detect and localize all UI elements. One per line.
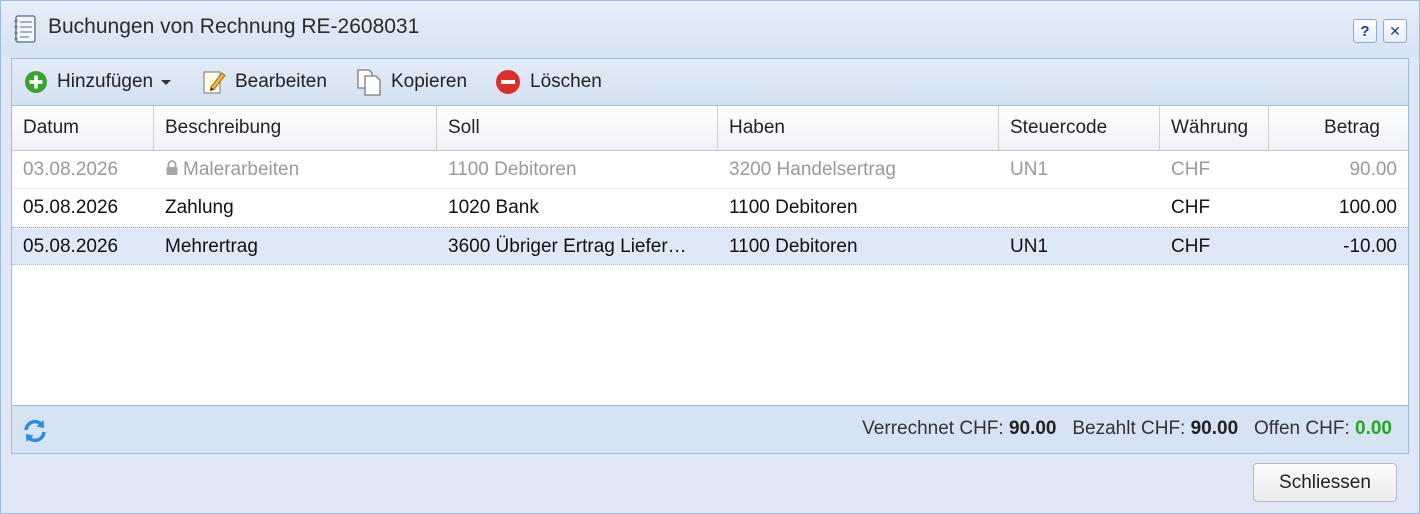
close-icon: ✕ — [1389, 22, 1401, 39]
help-icon: ? — [1360, 22, 1370, 40]
column-header-beschreibung[interactable]: Beschreibung — [154, 106, 437, 150]
cell-datum: 03.08.2026 — [23, 159, 119, 180]
delete-icon — [496, 70, 520, 94]
edit-button[interactable]: Bearbeiten — [202, 68, 327, 96]
cell-steuercode — [999, 189, 1160, 226]
verrechnet-value: 90.00 — [1008, 418, 1057, 439]
grid-header: Datum Beschreibung Soll Haben Steuercode… — [12, 106, 1408, 151]
dialog-titlebar[interactable]: Buchungen von Rechnung RE-2608031 ? ✕ — [1, 1, 1419, 57]
cell-betrag: -10.00 — [1343, 236, 1397, 257]
delete-button[interactable]: Löschen — [495, 68, 602, 96]
cell-haben: 1100 Debitoren — [729, 197, 858, 218]
close-button[interactable]: Schliessen — [1253, 463, 1397, 502]
cell-soll: 3600 Übriger Ertrag Liefer… — [448, 236, 687, 257]
totals-summary: Verrechnet CHF: 90.00 Bezahlt CHF: 90.00… — [862, 418, 1392, 440]
bezahlt-value: 90.00 — [1190, 418, 1239, 439]
cell-steuercode: UN1 — [1010, 159, 1049, 180]
refresh-button[interactable] — [22, 418, 48, 444]
copy-icon — [357, 69, 381, 96]
summary-bar: Verrechnet CHF: 90.00 Bezahlt CHF: 90.00… — [12, 405, 1408, 453]
column-header-betrag[interactable]: Betrag — [1269, 106, 1408, 150]
close-window-button[interactable]: ✕ — [1383, 19, 1407, 43]
cell-beschreibung-text: Malerarbeiten — [183, 159, 300, 180]
table-row[interactable]: 05.08.2026 Zahlung 1020 Bank 1100 Debito… — [12, 189, 1408, 227]
cell-beschreibung: Mehrertrag — [165, 236, 258, 257]
cell-betrag: 100.00 — [1338, 197, 1397, 218]
lock-icon — [166, 160, 178, 175]
notebook-icon — [13, 15, 37, 43]
add-icon — [25, 71, 47, 93]
copy-label: Kopieren — [391, 71, 468, 92]
column-header-haben[interactable]: Haben — [718, 106, 999, 150]
delete-label: Löschen — [530, 71, 602, 92]
copy-button[interactable]: Kopieren — [356, 68, 467, 96]
cell-waehrung: CHF — [1171, 236, 1211, 257]
column-header-steuercode[interactable]: Steuercode — [999, 106, 1160, 150]
cell-betrag: 90.00 — [1349, 159, 1397, 180]
add-button[interactable]: Hinzufügen — [24, 68, 173, 96]
bookings-toolbar: Hinzufügen Bearbeiten Kopieren Löschen — [12, 59, 1408, 106]
cell-steuercode: UN1 — [1010, 236, 1049, 257]
cell-waehrung: CHF — [1171, 197, 1211, 218]
table-row[interactable]: 05.08.2026 Mehrertrag 3600 Übriger Ertra… — [12, 227, 1408, 265]
cell-soll: 1020 Bank — [448, 197, 539, 218]
cell-haben: 3200 Handelsertrag — [729, 159, 896, 180]
edit-label: Bearbeiten — [235, 71, 327, 92]
offen-label: Offen CHF: — [1254, 418, 1350, 439]
bezahlt-label: Bezahlt CHF: — [1072, 418, 1186, 439]
cell-datum: 05.08.2026 — [23, 236, 119, 257]
column-header-waehrung[interactable]: Währung — [1160, 106, 1269, 150]
table-row[interactable]: 03.08.2026 Malerarbeiten 1100 Debitoren … — [12, 151, 1408, 189]
bookings-dialog: Buchungen von Rechnung RE-2608031 ? ✕ Hi… — [0, 0, 1420, 514]
cell-beschreibung: Malerarbeiten — [154, 151, 437, 188]
add-label: Hinzufügen — [57, 71, 154, 92]
cell-waehrung: CHF — [1171, 159, 1211, 180]
column-header-soll[interactable]: Soll — [437, 106, 718, 150]
chevron-down-icon — [161, 80, 172, 85]
dialog-title: Buchungen von Rechnung RE-2608031 — [48, 15, 420, 38]
offen-value: 0.00 — [1355, 418, 1392, 439]
verrechnet-label: Verrechnet CHF: — [862, 418, 1004, 439]
bookings-panel: Hinzufügen Bearbeiten Kopieren Löschen D… — [11, 58, 1409, 454]
refresh-icon — [24, 419, 46, 443]
help-button[interactable]: ? — [1353, 19, 1377, 43]
edit-pencil-icon — [203, 71, 226, 94]
cell-haben: 1100 Debitoren — [729, 236, 858, 257]
column-header-datum[interactable]: Datum — [12, 106, 154, 150]
cell-soll: 1100 Debitoren — [448, 159, 577, 180]
cell-beschreibung: Zahlung — [165, 197, 234, 218]
cell-datum: 05.08.2026 — [23, 197, 119, 218]
